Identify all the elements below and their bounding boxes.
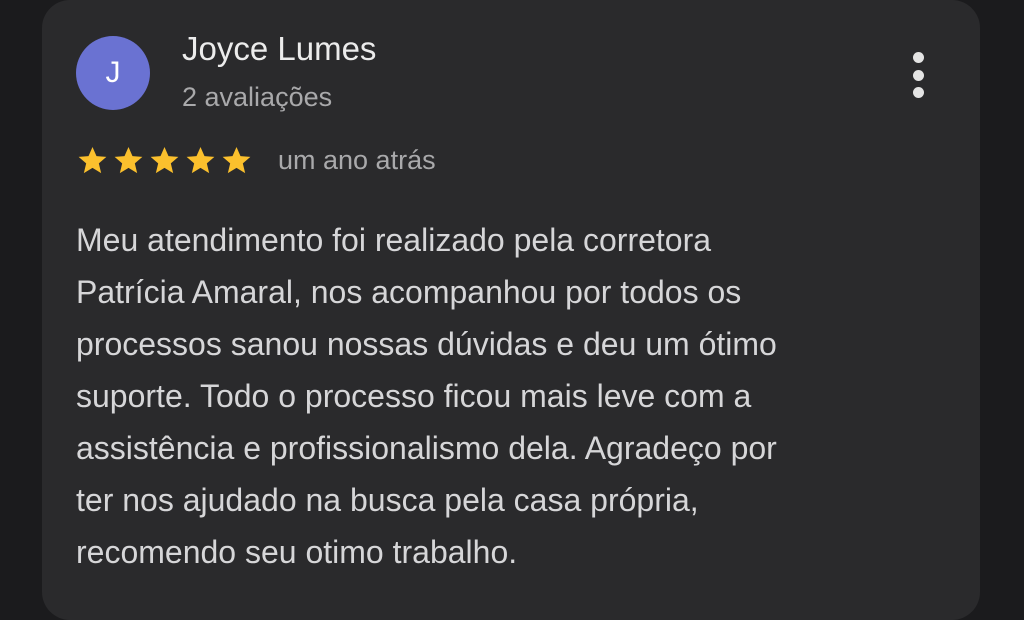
review-text-line: assistência e profissionalismo dela. Agr… [76, 430, 777, 466]
review-text-line: Meu atendimento foi realizado pela corre… [76, 222, 712, 258]
star-icon [186, 147, 215, 174]
review-text-line: suporte. Todo o processo ficou mais leve… [76, 378, 752, 414]
star-icon [150, 147, 179, 174]
review-text: Meu atendimento foi realizado pela corre… [76, 214, 936, 578]
star-icon [114, 147, 143, 174]
reviewer-name[interactable]: Joyce Lumes [182, 30, 376, 68]
star-icon [222, 147, 251, 174]
review-text-line: Patrícia Amaral, nos acompanhou por todo… [76, 274, 742, 310]
star-icon [78, 147, 107, 174]
review-count: 2 avaliações [182, 82, 333, 112]
review-text-line: recomendo seu otimo trabalho. [76, 534, 518, 570]
more-options-button[interactable] [898, 48, 938, 102]
star-rating [76, 144, 253, 177]
avatar-initial: J [105, 56, 121, 89]
review-text-line: processos sanou nossas dúvidas e deu um … [76, 326, 777, 362]
review-text-line: ter nos ajudado na busca pela casa própr… [76, 482, 699, 518]
more-vert-icon [912, 52, 924, 63]
avatar[interactable]: J [76, 36, 150, 110]
review-time: um ano atrás [278, 145, 436, 175]
